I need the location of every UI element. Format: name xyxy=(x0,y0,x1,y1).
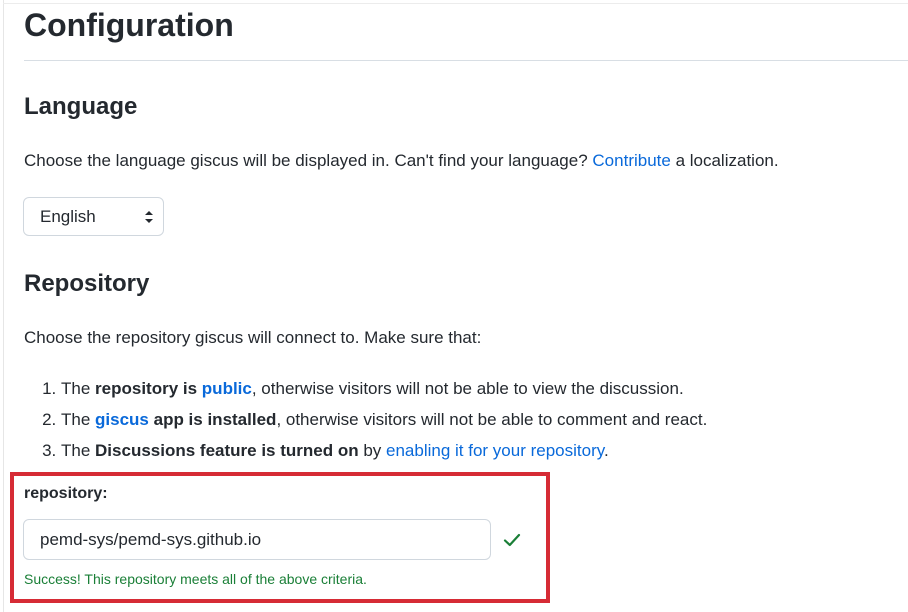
public-link[interactable]: public xyxy=(202,379,252,398)
success-message: Success! This repository meets all of th… xyxy=(24,571,367,587)
repository-input[interactable] xyxy=(23,519,491,560)
list-item: The Discussions feature is turned on by … xyxy=(61,435,707,466)
repository-intro: Choose the repository giscus will connec… xyxy=(24,328,482,347)
repository-field-label: repository: xyxy=(24,485,108,502)
item-text: The xyxy=(61,410,96,429)
item-bold: repository is xyxy=(95,379,202,398)
item-text: The xyxy=(61,379,96,398)
item-bold: Discussions feature is turned on xyxy=(95,441,359,460)
item-text: , otherwise visitors will not be able to… xyxy=(251,379,684,398)
check-icon xyxy=(503,533,521,547)
title-divider xyxy=(24,60,908,61)
language-heading: Language xyxy=(24,93,138,120)
item-text: . xyxy=(603,441,609,460)
contribute-link[interactable]: Contribute xyxy=(592,151,670,170)
enable-discussions-link[interactable]: enabling it for your repository xyxy=(386,441,604,460)
list-item: The repository is public, otherwise visi… xyxy=(61,373,707,404)
requirements-list: The repository is public, otherwise visi… xyxy=(24,373,707,466)
page-title: Configuration xyxy=(24,7,234,43)
repository-heading: Repository xyxy=(24,270,150,297)
item-bold: app is installed xyxy=(148,410,277,429)
item-text: by xyxy=(358,441,386,460)
language-description-text: Choose the language giscus will be displ… xyxy=(24,151,593,170)
top-divider xyxy=(3,3,908,4)
language-select-value: English xyxy=(40,207,96,226)
item-text: , otherwise visitors will not be able to… xyxy=(276,410,708,429)
language-description: Choose the language giscus will be displ… xyxy=(24,150,779,172)
configuration-page: Configuration Language Choose the langua… xyxy=(0,0,908,612)
language-description-suffix: a localization. xyxy=(670,151,779,170)
language-select[interactable]: English xyxy=(23,197,164,236)
updown-chevrons-icon xyxy=(145,211,153,223)
item-text: The xyxy=(61,441,96,460)
left-divider xyxy=(3,0,4,612)
giscus-app-link[interactable]: giscus xyxy=(95,410,149,429)
list-item: The giscus app is installed, otherwise v… xyxy=(61,404,707,435)
